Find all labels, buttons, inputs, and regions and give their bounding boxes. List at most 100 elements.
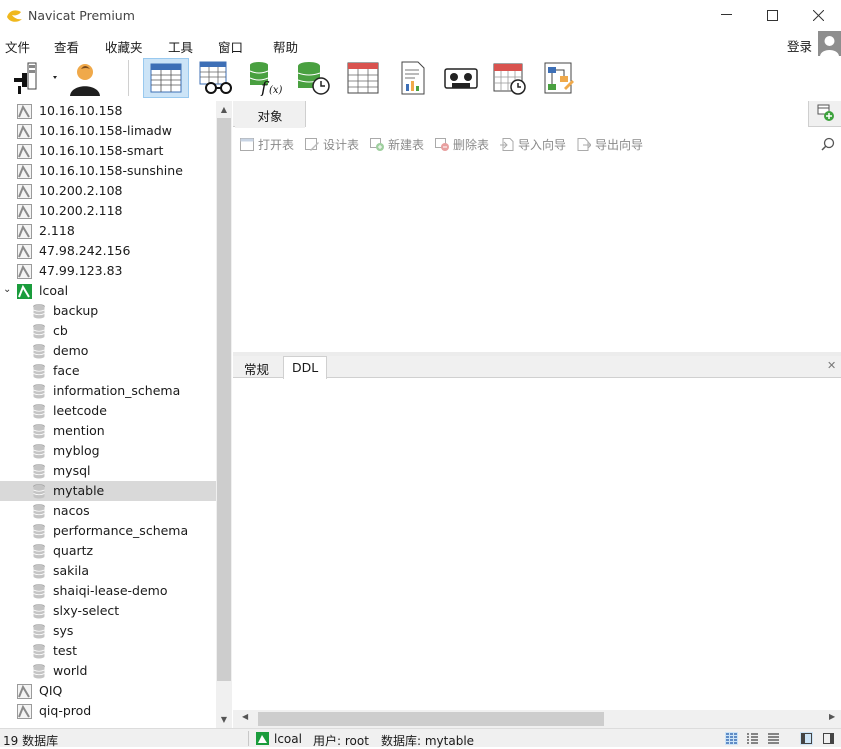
database-item[interactable]: mysql: [0, 461, 216, 481]
database-item[interactable]: demo: [0, 341, 216, 361]
menu-tools[interactable]: 工具: [168, 37, 193, 56]
query-button[interactable]: [340, 58, 386, 98]
connection-item[interactable]: 10.16.10.158-smart: [0, 141, 216, 161]
backup-button[interactable]: [438, 58, 484, 98]
scroll-up-arrow-icon[interactable]: ▲: [216, 101, 232, 118]
login-link[interactable]: 登录: [787, 36, 812, 55]
server-connection-icon: [17, 104, 32, 119]
info-panel-tabs: 常规 DDL: [233, 356, 841, 379]
view-glasses-icon: [199, 61, 232, 94]
connection-item[interactable]: 10.16.10.158-limadw: [0, 121, 216, 141]
chevron-down-icon[interactable]: ⌄: [3, 284, 11, 295]
database-label: myblog: [53, 443, 100, 458]
list-view-icon[interactable]: [746, 732, 759, 745]
open-table-button[interactable]: 打开表: [240, 136, 294, 153]
database-item[interactable]: nacos: [0, 501, 216, 521]
user-button[interactable]: [62, 58, 108, 98]
status-connection: lcoal: [274, 732, 302, 746]
database-item[interactable]: information_schema: [0, 381, 216, 401]
database-icon: [33, 544, 45, 559]
connection-item[interactable]: 10.200.2.118: [0, 201, 216, 221]
connection-item[interactable]: qiq-prod: [0, 701, 216, 721]
object-list-area[interactable]: [233, 158, 841, 352]
connection-item[interactable]: 47.98.242.156: [0, 241, 216, 261]
connection-item[interactable]: QIQ: [0, 681, 216, 701]
model-button[interactable]: [536, 58, 582, 98]
database-icon: [33, 624, 45, 639]
connection-item[interactable]: 10.16.10.158: [0, 101, 216, 121]
scroll-down-arrow-icon[interactable]: ▼: [216, 711, 232, 728]
export-wizard-label: 导出向导: [595, 138, 644, 152]
show-info-panel-icon[interactable]: [822, 732, 835, 745]
report-button[interactable]: [390, 58, 436, 98]
maximize-icon: [766, 9, 778, 21]
connection-button[interactable]: [8, 58, 60, 98]
scroll-right-arrow-icon[interactable]: ▶: [829, 712, 835, 721]
schedule-button[interactable]: [487, 58, 533, 98]
database-item[interactable]: sakila: [0, 561, 216, 581]
table-button[interactable]: [143, 58, 189, 98]
account-avatar[interactable]: [818, 31, 841, 56]
scroll-left-arrow-icon[interactable]: ◀: [242, 712, 248, 721]
menu-favorites[interactable]: 收藏夹: [105, 37, 143, 56]
event-button[interactable]: [290, 58, 336, 98]
detail-view-icon[interactable]: [767, 732, 780, 745]
delete-table-button[interactable]: 删除表: [435, 136, 489, 153]
connection-item[interactable]: 2.118: [0, 221, 216, 241]
database-icon: [33, 424, 45, 439]
new-tab-add-icon[interactable]: [817, 104, 835, 122]
database-icon: [33, 564, 45, 579]
connection-item[interactable]: 47.99.123.83: [0, 261, 216, 281]
tab-empty-area: [305, 101, 809, 127]
menu-view[interactable]: 查看: [54, 37, 79, 56]
menu-window[interactable]: 窗口: [218, 37, 243, 56]
connection-label: lcoal: [39, 283, 69, 298]
function-button[interactable]: f (x): [241, 58, 287, 98]
close-button[interactable]: [795, 0, 841, 30]
navicat-logo-icon: [7, 10, 22, 22]
grid-view-icon[interactable]: [725, 732, 738, 745]
database-item[interactable]: leetcode: [0, 401, 216, 421]
ddl-scroll-thumb[interactable]: [258, 712, 604, 726]
database-item[interactable]: slxy-select: [0, 601, 216, 621]
new-table-button[interactable]: 新建表: [370, 136, 424, 153]
database-item[interactable]: sys: [0, 621, 216, 641]
connection-item[interactable]: 10.200.2.108: [0, 181, 216, 201]
database-item[interactable]: performance_schema: [0, 521, 216, 541]
view-button[interactable]: [193, 58, 239, 98]
export-wizard-button[interactable]: 导出向导: [577, 136, 643, 153]
database-item[interactable]: mention: [0, 421, 216, 441]
server-connection-icon: [17, 244, 32, 259]
menu-help[interactable]: 帮助: [273, 37, 298, 56]
database-item[interactable]: world: [0, 661, 216, 681]
database-item[interactable]: cb: [0, 321, 216, 341]
database-item[interactable]: backup: [0, 301, 216, 321]
connection-item[interactable]: ⌄ lcoal: [0, 281, 216, 301]
backup-tape-icon: [444, 68, 478, 89]
status-user: 用户: root: [313, 734, 369, 748]
delete-table-icon: [435, 138, 449, 151]
window-title: Navicat Premium: [28, 8, 135, 23]
minimize-button[interactable]: [703, 0, 749, 30]
sidebar-scroll-thumb[interactable]: [217, 118, 231, 681]
database-icon: [33, 664, 45, 679]
database-item[interactable]: mytable: [0, 481, 216, 501]
database-item[interactable]: shaiqi-lease-demo: [0, 581, 216, 601]
database-item[interactable]: test: [0, 641, 216, 661]
import-wizard-button[interactable]: 导入向导: [500, 136, 566, 153]
tab-ddl[interactable]: DDL: [283, 356, 328, 379]
tab-general[interactable]: 常规: [236, 356, 277, 379]
connection-item[interactable]: 10.16.10.158-sunshine: [0, 161, 216, 181]
ddl-content-area[interactable]: [233, 379, 841, 710]
search-icon[interactable]: [821, 137, 835, 151]
database-item[interactable]: myblog: [0, 441, 216, 461]
tab-objects[interactable]: 对象: [235, 101, 305, 128]
database-item[interactable]: face: [0, 361, 216, 381]
database-item[interactable]: quartz: [0, 541, 216, 561]
server-connection-icon: [17, 204, 32, 219]
maximize-button[interactable]: [749, 0, 795, 30]
info-panel-close-icon[interactable]: ✕: [827, 359, 836, 372]
show-sidebar-icon[interactable]: [800, 732, 813, 745]
design-table-button[interactable]: 设计表: [305, 136, 359, 153]
menu-file[interactable]: 文件: [5, 37, 30, 56]
